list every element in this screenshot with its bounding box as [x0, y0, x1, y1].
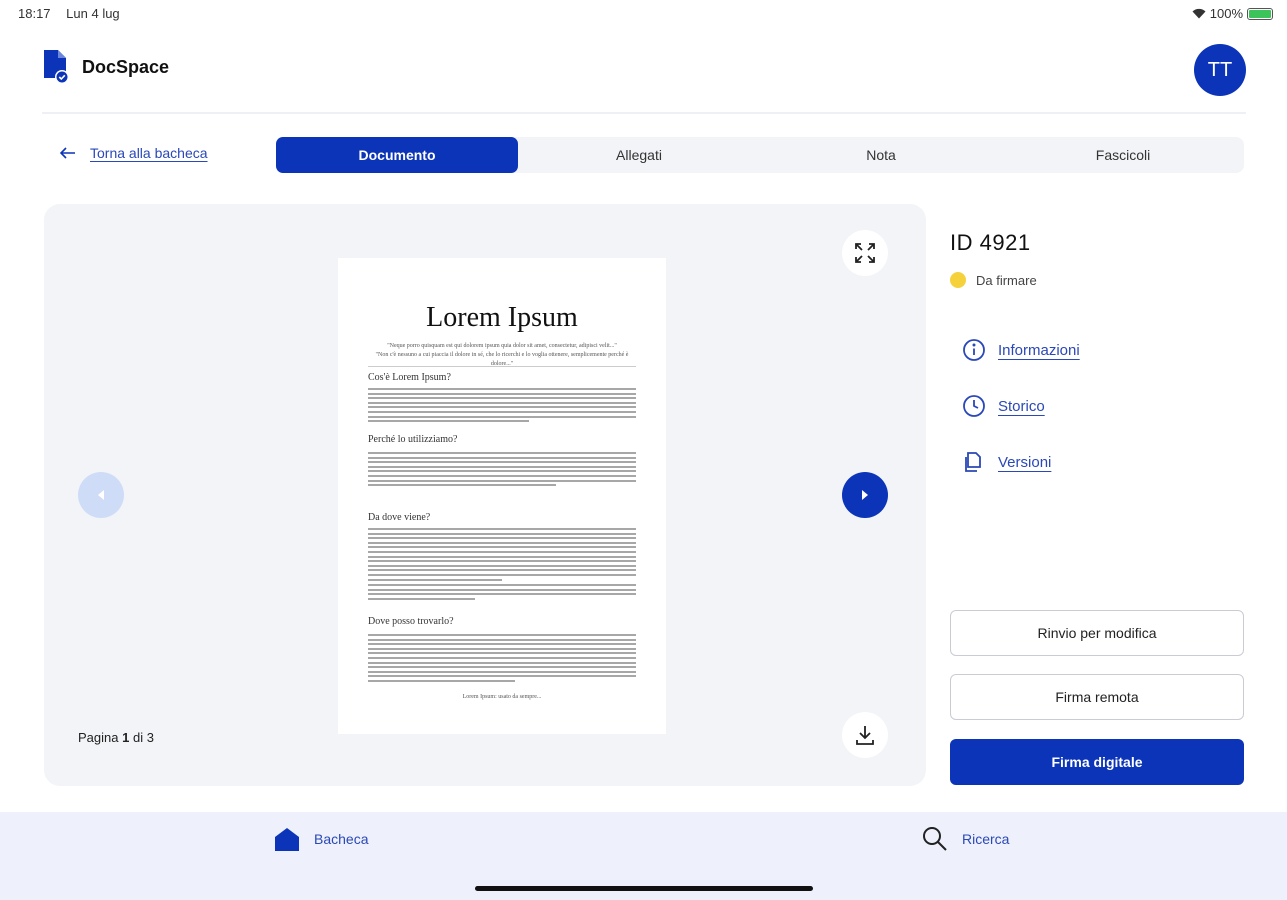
- download-icon: [856, 726, 874, 745]
- status-dot: [950, 272, 966, 288]
- battery-icon: [1247, 7, 1273, 20]
- link-storico[interactable]: Storico: [962, 394, 1045, 418]
- wifi-icon: [1192, 8, 1206, 19]
- page-label: Pagina: [78, 730, 119, 745]
- back-link[interactable]: Torna alla bacheca: [60, 145, 208, 161]
- text-block: [368, 388, 636, 425]
- fullscreen-button[interactable]: [842, 230, 888, 276]
- nav-ricerca-label: Ricerca: [962, 831, 1010, 847]
- chevron-left-icon: [98, 490, 104, 500]
- bottom-navigation: Bacheca Ricerca: [0, 812, 1287, 900]
- page-separator: di: [132, 730, 144, 745]
- document-viewer: Lorem Ipsum "Neque porro quisquam est qu…: [44, 204, 926, 786]
- link-versioni[interactable]: Versioni: [962, 450, 1051, 474]
- document-footer: Lorem Ipsum: usato da sempre...: [462, 694, 542, 700]
- status-badge: Da firmare: [950, 272, 1037, 288]
- document-page-preview[interactable]: Lorem Ipsum "Neque porro quisquam est qu…: [338, 258, 666, 734]
- home-icon: [275, 828, 299, 851]
- tab-bar: Documento Allegati Nota Fascicoli: [276, 137, 1244, 173]
- total-pages: 3: [146, 730, 154, 745]
- battery-percent: 100%: [1209, 6, 1243, 21]
- status-date: Lun 4 lug: [66, 6, 120, 21]
- home-indicator: [475, 886, 813, 891]
- status-label: Da firmare: [976, 272, 1037, 288]
- download-button[interactable]: [842, 712, 888, 758]
- link-informazioni[interactable]: Informazioni: [962, 338, 1080, 362]
- text-block: [368, 634, 636, 685]
- app-header: DocSpace TT: [42, 44, 1246, 114]
- app-logo[interactable]: DocSpace: [42, 50, 169, 84]
- document-heading: Da dove viene?: [368, 512, 431, 523]
- status-time: 18:17: [18, 6, 51, 21]
- tab-allegati[interactable]: Allegati: [518, 137, 760, 173]
- text-block: [368, 452, 636, 489]
- link-versioni-label: Versioni: [998, 453, 1052, 471]
- chevron-right-icon: [862, 490, 868, 500]
- tab-fascicoli[interactable]: Fascicoli: [1002, 137, 1244, 173]
- expand-icon: [855, 243, 875, 263]
- app-name: DocSpace: [82, 56, 170, 77]
- rinvio-per-modifica-button[interactable]: Rinvio per modifica: [950, 610, 1244, 656]
- copy-icon: [965, 452, 981, 472]
- document-divider: [368, 366, 636, 367]
- current-page: 1: [122, 730, 130, 745]
- document-heading: Perché lo utilizziamo?: [368, 434, 458, 445]
- status-bar: 18:17 Lun 4 lug 100%: [0, 0, 1287, 26]
- arrow-left-icon: [60, 147, 75, 159]
- document-subtitle: "Neque porro quisquam est qui dolorem ip…: [368, 342, 636, 369]
- avatar[interactable]: TT: [1194, 44, 1246, 96]
- info-icon: [963, 339, 985, 361]
- next-page-button[interactable]: [842, 472, 888, 518]
- nav-ricerca[interactable]: Ricerca: [922, 826, 1009, 852]
- document-check-icon: [44, 50, 69, 84]
- clock-icon: [963, 395, 985, 417]
- document-subtitle-line: "Neque porro quisquam est qui dolorem ip…: [387, 343, 617, 349]
- text-block: [368, 584, 636, 602]
- link-informazioni-label: Informazioni: [998, 341, 1080, 359]
- document-details-panel: ID 4921 Da firmare Informazioni Storico …: [950, 204, 1244, 786]
- search-icon: [923, 827, 947, 851]
- page-indicator: Pagina 1 di 3: [78, 730, 154, 745]
- nav-bacheca[interactable]: Bacheca: [274, 826, 368, 852]
- back-link-label: Torna alla bacheca: [90, 145, 208, 161]
- document-heading: Cos'è Lorem Ipsum?: [368, 372, 451, 383]
- link-storico-label: Storico: [998, 397, 1045, 415]
- document-id: ID 4921: [950, 230, 1031, 255]
- nav-bacheca-label: Bacheca: [314, 831, 369, 847]
- firma-digitale-button[interactable]: Firma digitale: [950, 739, 1244, 785]
- firma-remota-button[interactable]: Firma remota: [950, 674, 1244, 720]
- document-title: Lorem Ipsum: [426, 302, 578, 333]
- tab-documento[interactable]: Documento: [276, 137, 518, 173]
- previous-page-button[interactable]: [78, 472, 124, 518]
- document-heading: Dove posso trovarlo?: [368, 616, 454, 627]
- text-block: [368, 528, 636, 583]
- tab-nota[interactable]: Nota: [760, 137, 1002, 173]
